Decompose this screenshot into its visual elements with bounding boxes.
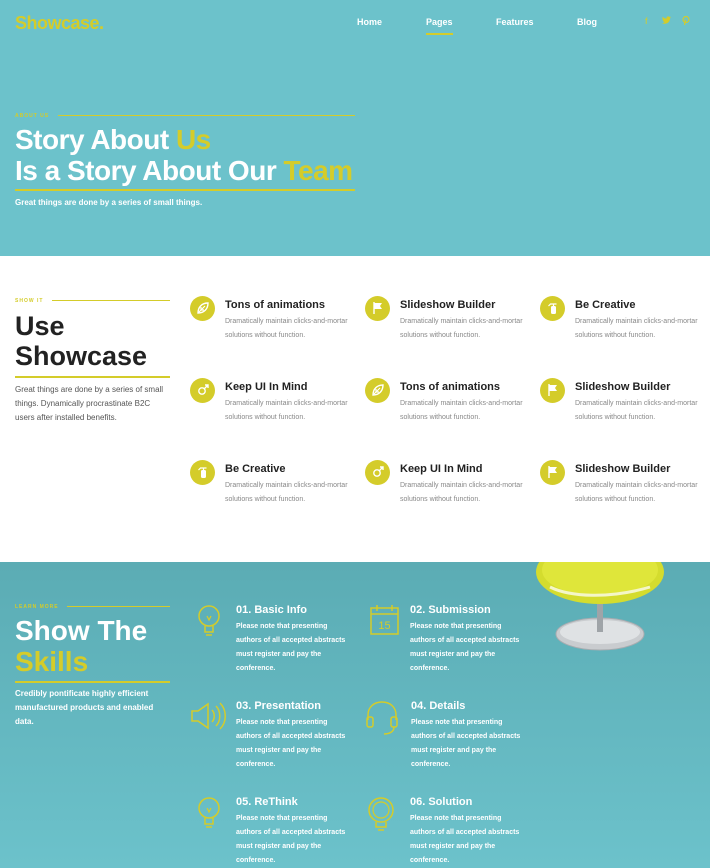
feature-item: Slideshow Builder Dramatically maintain … (365, 296, 530, 366)
leaf-icon (190, 296, 215, 321)
step-desc: Please note that presenting authors of a… (236, 719, 346, 768)
twitter-icon[interactable] (662, 16, 671, 26)
cursor-icon (190, 378, 215, 403)
feature-title: Be Creative (225, 463, 286, 475)
nav-pages-label: Pages (426, 17, 453, 27)
cursor-icon (365, 460, 390, 485)
feature-desc: Dramatically maintain clicks-and-mortar … (575, 400, 698, 421)
hero-title-accent-2: Team (283, 155, 354, 186)
feature-desc: Dramatically maintain clicks-and-mortar … (575, 318, 698, 339)
divider (15, 376, 170, 378)
lightbulb-icon (196, 604, 228, 640)
feature-desc: Dramatically maintain clicks-and-mortar … (400, 400, 523, 421)
step-item: 01. Basic Info Please note that presenti… (196, 604, 356, 694)
flag-icon (540, 378, 565, 403)
nav-home[interactable]: Home (357, 17, 382, 27)
leaf-icon (365, 378, 390, 403)
feature-title: Tons of animations (225, 299, 326, 311)
nav-features[interactable]: Features (496, 17, 534, 27)
feature-title: Slideshow Builder (575, 381, 671, 393)
lightbulb-icon (196, 796, 228, 832)
feature-title: Tons of animations (400, 381, 501, 393)
section-kicker: LEARN MORE (15, 604, 59, 610)
feature-desc: Dramatically maintain clicks-and-mortar … (400, 318, 523, 339)
step-item: 05. ReThink Please note that presenting … (196, 796, 356, 868)
section-title-line2: Showcase (15, 341, 148, 371)
hero-title-accent: Us (175, 124, 211, 155)
calendar-day: 15 (378, 620, 390, 632)
section-description: Great things are done by a series of sma… (15, 385, 164, 422)
skills-section: LEARN MORE Show The Skills Credibly pont… (0, 562, 710, 868)
feature-title: Keep UI In Mind (225, 381, 308, 393)
nav-active-underline (426, 33, 453, 35)
divider (58, 115, 355, 116)
hero-title-text: Story About (15, 124, 176, 155)
feature-title: Be Creative (575, 299, 636, 311)
step-title: 06. Solution (410, 796, 473, 808)
step-title: 04. Details (411, 700, 466, 712)
logo[interactable]: Showcase. (15, 13, 104, 34)
feature-item: Tons of animations Dramatically maintain… (365, 378, 530, 448)
feature-item: Keep UI In Mind Dramatically maintain cl… (365, 460, 530, 530)
hero-subtitle: Great things are done by a series of sma… (15, 198, 203, 207)
flag-icon (365, 296, 390, 321)
bulb-round-icon (366, 796, 398, 832)
nav-pages[interactable]: Pages (426, 17, 453, 35)
flag-icon (540, 460, 565, 485)
step-title: 05. ReThink (236, 796, 298, 808)
hero-title: Story About Us Is a Story About Our Team (15, 124, 353, 186)
tennis-ball-image (520, 562, 710, 662)
feature-desc: Dramatically maintain clicks-and-mortar … (225, 482, 348, 503)
feature-item: Tons of animations Dramatically maintain… (190, 296, 355, 366)
feature-title: Slideshow Builder (400, 299, 496, 311)
hero-kicker: ABOUT US (15, 113, 50, 119)
nav-blog[interactable]: Blog (577, 17, 597, 27)
section-description: Credibly pontificate highly efficient ma… (15, 689, 154, 726)
headset-icon (365, 700, 401, 736)
step-title: 03. Presentation (236, 700, 321, 712)
step-item: 04. Details Please note that presenting … (365, 700, 525, 790)
calendar-icon: 15 (370, 604, 402, 640)
step-desc: Please note that presenting authors of a… (410, 815, 520, 864)
step-desc: Please note that presenting authors of a… (236, 623, 346, 672)
feature-item: Slideshow Builder Dramatically maintain … (540, 378, 705, 448)
megaphone-icon (190, 700, 226, 736)
step-desc: Please note that presenting authors of a… (410, 623, 520, 672)
step-desc: Please note that presenting authors of a… (411, 719, 521, 768)
step-title: 01. Basic Info (236, 604, 307, 616)
section-title: Show The Skills (15, 615, 147, 677)
feature-desc: Dramatically maintain clicks-and-mortar … (575, 482, 698, 503)
section-title-line1: Show The (15, 615, 148, 646)
step-item: 06. Solution Please note that presenting… (366, 796, 526, 868)
feature-desc: Dramatically maintain clicks-and-mortar … (225, 400, 348, 421)
step-item: 15 02. Submission Please note that prese… (370, 604, 530, 694)
step-item: 03. Presentation Please note that presen… (190, 700, 350, 790)
feature-item: Be Creative Dramatically maintain clicks… (190, 460, 355, 530)
step-title: 02. Submission (410, 604, 491, 616)
feature-desc: Dramatically maintain clicks-and-mortar … (225, 318, 348, 339)
feature-desc: Dramatically maintain clicks-and-mortar … (400, 482, 523, 503)
section-title-line2: Skills (15, 646, 89, 677)
fire-extinguisher-icon (190, 460, 215, 485)
divider (67, 606, 170, 607)
fire-extinguisher-icon (540, 296, 565, 321)
feature-title: Keep UI In Mind (400, 463, 483, 475)
divider (15, 189, 355, 191)
step-desc: Please note that presenting authors of a… (236, 815, 346, 864)
hero-title-text-2: Is a Story About Our (15, 155, 284, 186)
section-title: Use Showcase (15, 311, 147, 371)
divider (52, 300, 170, 301)
section-title-line1: Use (15, 311, 65, 341)
section-kicker: SHOW IT (15, 298, 44, 304)
feature-item: Keep UI In Mind Dramatically maintain cl… (190, 378, 355, 448)
feature-item: Slideshow Builder Dramatically maintain … (540, 460, 705, 530)
feature-title: Slideshow Builder (575, 463, 671, 475)
pinterest-icon[interactable] (682, 15, 690, 27)
feature-item: Be Creative Dramatically maintain clicks… (540, 296, 705, 366)
facebook-icon[interactable]: f (645, 16, 648, 26)
hero-section: Showcase. Home Pages Features Blog f ABO… (0, 0, 710, 256)
showcase-section: SHOW IT Use Showcase Great things are do… (0, 256, 710, 562)
divider (15, 681, 170, 683)
